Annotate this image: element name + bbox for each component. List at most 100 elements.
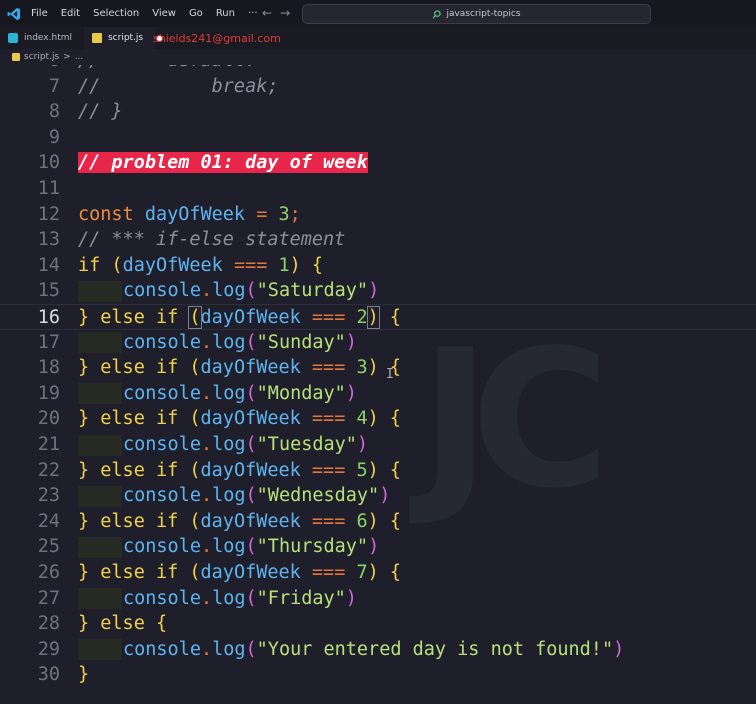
code-token: (: [245, 638, 257, 660]
line-number: 21: [37, 434, 60, 455]
code-line[interactable]: 13 // *** if-else statement: [0, 227, 756, 253]
menu-edit[interactable]: Edit: [61, 8, 80, 19]
code-token: ): [613, 638, 625, 660]
code-token: console: [123, 331, 201, 353]
code-token: 3: [278, 203, 290, 225]
code-line[interactable]: 26} else if (dayOfWeek === 7) {: [0, 560, 756, 586]
code-line[interactable]: 22} else if (dayOfWeek === 5) {: [0, 458, 756, 484]
code-token: "Your entered day is not found!": [256, 638, 614, 660]
forward-arrow-icon[interactable]: →: [280, 6, 290, 20]
code-line[interactable]: 7 // break;: [0, 74, 756, 100]
code-token: "Saturday": [256, 280, 369, 302]
code-line[interactable]: 29 console.log("Your entered day is not f…: [0, 637, 756, 663]
code-line[interactable]: 27 console.log("Friday"): [0, 586, 756, 612]
menu-more[interactable]: ···: [248, 8, 258, 19]
line-code: // }: [78, 99, 123, 125]
menu-file[interactable]: File: [31, 8, 48, 19]
code-line[interactable]: 12 const dayOfWeek = 3;: [0, 202, 756, 228]
line-number: 26: [37, 562, 60, 583]
code-token: 6: [356, 510, 368, 532]
vscode-window: File Edit Selection View Go Run ··· ← → …: [0, 0, 756, 704]
line-code: } else if (dayOfWeek === 4) {: [78, 406, 401, 432]
line-number: 28: [37, 613, 60, 635]
code-token: ): [379, 485, 391, 507]
line-code: const dayOfWeek = 3;: [78, 202, 301, 228]
code-line[interactable]: 15 console.log("Saturday"): [0, 278, 756, 304]
code-token: } else if: [78, 357, 190, 379]
line-number: 24: [37, 510, 60, 532]
menu-go[interactable]: Go: [189, 8, 203, 19]
breadcrumb-rest[interactable]: ...: [75, 52, 84, 62]
back-arrow-icon[interactable]: ←: [262, 6, 272, 20]
code-token: (: [189, 408, 201, 430]
code-token: =: [245, 203, 279, 225]
code-token: } else if: [78, 562, 190, 583]
code-token: // problem 01: day of week: [78, 152, 368, 174]
code-token: ) {: [367, 408, 402, 430]
line-number: 7: [48, 75, 60, 97]
code-token: dayOfWeek: [200, 562, 301, 583]
menu-selection[interactable]: Selection: [93, 8, 139, 19]
line-number: 14: [37, 254, 60, 276]
tab-label: script.js: [107, 33, 144, 43]
line-number: 15: [37, 280, 60, 302]
code-token: (: [189, 562, 201, 583]
code-token: log: [212, 434, 246, 455]
vscode-logo-icon: [7, 7, 21, 20]
menu-view[interactable]: View: [152, 8, 176, 19]
line-number: 11: [37, 178, 60, 199]
code-token: 3: [356, 357, 368, 379]
code-token: dayOfWeek: [200, 307, 301, 328]
code-line[interactable]: 14 if (dayOfWeek === 1) {: [0, 253, 756, 279]
code-token: .: [200, 280, 213, 302]
code-line[interactable]: 18} else if (dayOfWeek === 3) {: [0, 355, 756, 381]
code-line[interactable]: 30}: [0, 662, 756, 688]
code-line[interactable]: 19 console.log("Monday"): [0, 381, 756, 407]
line-code: } else if (dayOfWeek === 6) {: [78, 509, 401, 535]
code-line[interactable]: 11: [0, 176, 756, 202]
indent-guide: [78, 588, 122, 610]
code-token: // break;: [78, 75, 279, 97]
code-token: if: [78, 254, 112, 276]
breadcrumb: script.js > ...: [0, 49, 756, 65]
code-line[interactable]: 17 console.log("Sunday"): [0, 330, 756, 356]
code-line[interactable]: 8 // }: [0, 99, 756, 125]
code-token: ;: [289, 203, 301, 225]
code-line[interactable]: 21 console.log("Tuesday"): [0, 432, 756, 458]
code-token: ) {: [289, 254, 324, 276]
code-line[interactable]: 10 // problem 01: day of week: [0, 150, 756, 176]
code-line[interactable]: 23 console.log("Wednesday"): [0, 483, 756, 509]
code-token: .: [200, 638, 213, 660]
line-code: if (dayOfWeek === 1) {: [78, 253, 323, 279]
code-editor[interactable]: JC 6// default:7// break;8// }910// prob…: [0, 49, 756, 704]
code-token: ): [368, 280, 380, 302]
line-code: } else if (dayOfWeek === 2) {: [78, 305, 401, 331]
line-number: 18: [37, 357, 60, 379]
code-token: log: [212, 638, 246, 660]
code-line[interactable]: 28} else {: [0, 611, 756, 637]
code-line[interactable]: 24 } else if (dayOfWeek === 6) {: [0, 509, 756, 535]
code-token: log: [212, 331, 246, 353]
code-token: (: [245, 434, 257, 455]
breadcrumb-file[interactable]: script.js: [24, 52, 59, 62]
code-line[interactable]: 9: [0, 125, 756, 151]
code-token: dayOfWeek: [144, 203, 246, 225]
tab-index-html[interactable]: index.html: [0, 27, 84, 49]
watermark-email: shields241@gmail.com: [153, 32, 281, 45]
code-line[interactable]: 16} else if (dayOfWeek === 2) {: [0, 304, 756, 330]
code-token: .: [200, 485, 213, 507]
code-token: dayOfWeek: [200, 357, 301, 379]
line-number: 8: [48, 101, 60, 123]
text-cursor-icon: I: [386, 367, 394, 382]
code-token: ===: [300, 408, 357, 430]
menu-run[interactable]: Run: [216, 8, 235, 19]
command-center[interactable]: javascript-topics: [302, 4, 651, 24]
code-line[interactable]: 25 console.log("Thursday"): [0, 534, 756, 560]
code-token: log: [212, 536, 246, 558]
line-number: 25: [37, 536, 60, 558]
code-line[interactable]: 20} else if (dayOfWeek === 4) {: [0, 406, 756, 432]
code-token: ): [345, 587, 357, 609]
tab-script-js[interactable]: script.js: [83, 27, 156, 49]
code-token: ) {: [367, 510, 402, 532]
code-token: 4: [356, 408, 368, 430]
